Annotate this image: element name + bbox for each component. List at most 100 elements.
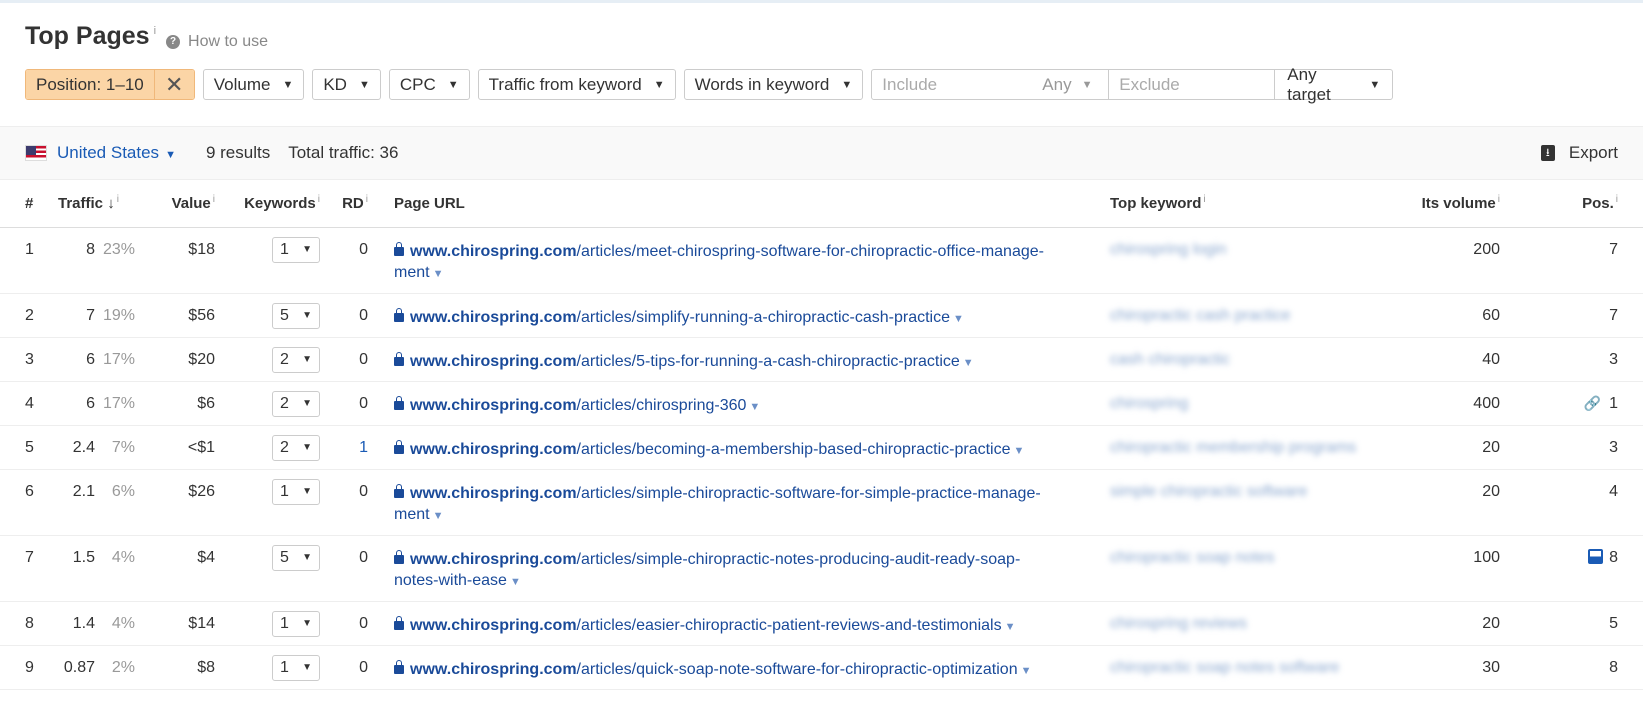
row-traffic: 6 (45, 337, 95, 382)
keywords-dropdown[interactable]: 2 ▼ (272, 390, 320, 417)
col-traffic-label: Traffic (58, 195, 104, 213)
top-keyword-text: chiropractic cash practice (1110, 306, 1291, 324)
cpc-filter[interactable]: CPC ▼ (388, 69, 470, 100)
position-filter[interactable]: Position: 1–10 ✕ (25, 69, 195, 100)
keywords-dropdown[interactable]: 5 ▼ (272, 302, 320, 329)
page-url-link[interactable]: www.chirospring.com/articles/chirospring… (410, 397, 746, 414)
target-dropdown[interactable]: Any target ▼ (1274, 65, 1392, 104)
row-top-keyword[interactable]: chiropractic membership programs (1110, 425, 1400, 470)
row-top-keyword[interactable]: chirospring reviews (1110, 601, 1400, 646)
page-url-link[interactable]: www.chirospring.com/articles/meet-chiros… (394, 243, 1044, 281)
row-top-keyword[interactable]: chirospring (1110, 381, 1400, 426)
chevron-down-icon[interactable]: ▼ (510, 576, 521, 588)
chevron-down-icon: ▼ (302, 244, 312, 255)
words-in-keyword-label: Words in keyword (694, 74, 830, 94)
traffic-from-keyword-filter[interactable]: Traffic from keyword ▼ (477, 69, 676, 100)
export-button[interactable]: ⭳ Export (1540, 143, 1618, 163)
row-num: 4 (0, 381, 45, 426)
chevron-down-icon[interactable]: ▼ (1013, 445, 1024, 457)
chevron-down-icon[interactable]: ▼ (1005, 621, 1016, 633)
chevron-down-icon: ▼ (1081, 78, 1093, 91)
row-top-keyword[interactable]: chiropractic cash practice (1110, 293, 1400, 338)
chevron-down-icon[interactable]: ▼ (953, 313, 964, 325)
position-clear-icon[interactable]: ✕ (153, 70, 194, 99)
row-top-keyword[interactable]: simple chiropractic software (1110, 469, 1400, 536)
page-url-link[interactable]: www.chirospring.com/articles/simple-chir… (394, 551, 1020, 589)
keywords-dropdown[interactable]: 1 ▼ (272, 236, 320, 263)
row-traffic-share: 17% (95, 381, 145, 426)
download-icon: ⭳ (1540, 145, 1555, 161)
image-pack-icon (1588, 548, 1604, 564)
page-url-link[interactable]: www.chirospring.com/articles/quick-soap-… (410, 661, 1018, 678)
url-domain: www.chirospring.com (410, 308, 577, 326)
position-filter-label[interactable]: Position: 1–10 (26, 70, 154, 99)
url-path-cont: ment (394, 505, 430, 523)
chevron-down-icon[interactable]: ▼ (1021, 665, 1032, 677)
chevron-down-icon: ▼ (282, 78, 294, 91)
page-url-link[interactable]: www.chirospring.com/articles/becoming-a-… (410, 441, 1010, 458)
row-top-keyword[interactable]: chirospring login (1110, 227, 1400, 294)
row-top-keyword[interactable]: cash chiropractic (1110, 337, 1400, 382)
col-its-volume-label: Its volume (1421, 195, 1496, 213)
row-value: $4 (145, 535, 215, 602)
row-rd[interactable]: 1 (330, 425, 390, 470)
keywords-count: 5 (280, 306, 289, 324)
title-info-icon[interactable]: i (154, 25, 156, 37)
col-keywords[interactable]: Keywords i (215, 180, 330, 228)
total-traffic: Total traffic: 36 (288, 143, 399, 162)
row-rd: 0 (330, 381, 390, 426)
position-value: 8 (1609, 658, 1618, 676)
page-url-link[interactable]: www.chirospring.com/articles/simple-chir… (394, 485, 1041, 523)
col-value[interactable]: Value i (145, 180, 215, 228)
lock-icon (394, 483, 404, 498)
keywords-dropdown[interactable]: 2 ▼ (272, 434, 320, 461)
row-num: 2 (0, 293, 45, 338)
col-rd[interactable]: RD i (330, 180, 390, 228)
keywords-dropdown[interactable]: 5 ▼ (272, 544, 320, 571)
col-traffic[interactable]: Traffic ↓ i (45, 180, 145, 228)
lock-icon (394, 351, 404, 366)
page-url-link[interactable]: www.chirospring.com/articles/5-tips-for-… (410, 353, 960, 370)
page-url-link[interactable]: www.chirospring.com/articles/easier-chir… (410, 617, 1002, 634)
page-url-link[interactable]: www.chirospring.com/articles/simplify-ru… (410, 309, 950, 326)
help-icon: ? (166, 34, 181, 49)
top-keyword-text: chirospring (1110, 394, 1189, 412)
keywords-dropdown[interactable]: 1 ▼ (272, 610, 320, 637)
url-path: /articles/5-tips-for-running-a-cash-chir… (576, 352, 960, 370)
exclude-input[interactable]: Exclude (1108, 70, 1274, 99)
chevron-down-icon[interactable]: ▼ (749, 401, 760, 413)
keywords-dropdown[interactable]: 1 ▼ (272, 478, 320, 505)
keywords-count: 1 (280, 614, 289, 632)
row-traffic: 8 (45, 227, 95, 294)
include-any-dropdown[interactable]: Any ▼ (1042, 70, 1108, 99)
words-in-keyword-filter[interactable]: Words in keyword ▼ (683, 69, 864, 100)
lock-icon (394, 615, 404, 630)
how-to-use-link[interactable]: ? How to use (166, 33, 268, 51)
chevron-down-icon[interactable]: ▼ (433, 510, 444, 522)
row-url-cell: www.chirospring.com/articles/5-tips-for-… (390, 337, 1110, 382)
keywords-dropdown[interactable]: 1 ▼ (272, 654, 320, 681)
chevron-down-icon[interactable]: ▼ (963, 357, 974, 369)
row-keywords-cell: 1 ▼ (215, 469, 330, 536)
row-pos: 7 (1510, 293, 1643, 338)
row-top-keyword[interactable]: chiropractic soap notes software (1110, 645, 1400, 690)
country-selector[interactable]: United States ▼ (57, 143, 176, 163)
row-rd: 0 (330, 293, 390, 338)
kd-filter[interactable]: KD ▼ (312, 69, 381, 100)
volume-filter[interactable]: Volume ▼ (202, 69, 305, 100)
cpc-filter-label: CPC (399, 74, 436, 94)
url-path: /articles/simple-chiropractic-notes-prod… (576, 550, 1021, 568)
row-rd: 0 (330, 337, 390, 382)
row-pos: 8 (1510, 645, 1643, 690)
col-pos[interactable]: Pos. i (1510, 180, 1643, 228)
include-input[interactable]: Include (872, 70, 1042, 99)
col-its-volume[interactable]: Its volume i (1400, 180, 1510, 228)
row-top-keyword[interactable]: chiropractic soap notes (1110, 535, 1400, 602)
keywords-dropdown[interactable]: 2 ▼ (272, 346, 320, 373)
url-path: /articles/quick-soap-note-software-for-c… (576, 660, 1018, 678)
col-top-keyword[interactable]: Top keyword i (1110, 180, 1400, 228)
url-domain: www.chirospring.com (410, 440, 577, 458)
chevron-down-icon[interactable]: ▼ (433, 268, 444, 280)
row-value: $6 (145, 381, 215, 426)
row-traffic: 1.5 (45, 535, 95, 602)
